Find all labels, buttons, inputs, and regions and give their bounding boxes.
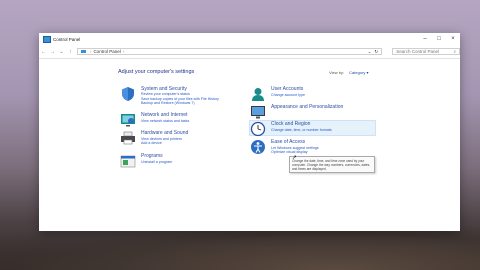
back-button[interactable]: ← xyxy=(39,49,48,55)
clock-icon xyxy=(250,121,266,137)
forward-button[interactable]: → xyxy=(48,49,57,55)
address-dropdown-icon[interactable]: ⌄ xyxy=(368,49,372,55)
search-icon: ⌕ xyxy=(453,49,457,54)
category-link[interactable]: Change date, time, or number formats xyxy=(271,128,332,132)
category-link[interactable]: View devices and printers xyxy=(141,137,182,141)
category-link[interactable]: Optimize visual display xyxy=(271,150,308,154)
search-input[interactable]: Search Control Panel ⌕ xyxy=(392,48,461,55)
category-link[interactable]: Add a device xyxy=(141,141,162,145)
up-button[interactable]: ↑ xyxy=(66,49,75,55)
breadcrumb-sep: › xyxy=(122,49,125,54)
main-content: Adjust your computer's settings View by:… xyxy=(39,58,460,231)
address-box[interactable]: › Control Panel › ⌄ ↻ xyxy=(76,48,383,55)
window-title: Control Panel xyxy=(53,36,81,42)
category-title[interactable]: Appearance and Personalization xyxy=(271,104,343,110)
refresh-icon[interactable]: ↻ xyxy=(374,49,378,55)
category-link[interactable]: Let Windows suggest settings xyxy=(271,146,319,150)
close-button[interactable]: × xyxy=(446,33,460,45)
category-title[interactable]: Ease of Access xyxy=(271,139,305,145)
user-icon xyxy=(252,88,264,101)
title-bar[interactable]: Control Panel – □ × xyxy=(39,33,460,45)
category-title[interactable]: Programs xyxy=(141,153,163,159)
page-title: Adjust your computer's settings xyxy=(118,69,195,75)
category-link[interactable]: Save backup copies of your files with Fi… xyxy=(141,97,219,101)
control-panel-icon xyxy=(80,49,86,54)
breadcrumb-control-panel[interactable]: Control Panel xyxy=(93,49,120,54)
view-by-dropdown[interactable]: Category ▾ xyxy=(349,70,368,75)
category-link[interactable]: Backup and Restore (Windows 7) xyxy=(141,101,195,105)
control-panel-window: Control Panel – □ × ← → ⌄ ↑ › Control Pa… xyxy=(39,33,461,231)
printer-icon xyxy=(121,131,135,145)
category-link[interactable]: View network status and tasks xyxy=(141,119,189,123)
mouse-cursor-icon: ➚ xyxy=(292,155,298,161)
category-title[interactable]: User Accounts xyxy=(271,86,303,92)
address-bar-row: ← → ⌄ ↑ › Control Panel › ⌄ ↻ Search Con… xyxy=(39,45,461,59)
category-title[interactable]: Clock and Region xyxy=(271,121,310,127)
view-by: View by: Category ▾ xyxy=(329,70,369,75)
breadcrumb-sep: › xyxy=(89,49,92,54)
category-link[interactable]: Uninstall a program xyxy=(141,160,172,164)
ease-of-access-icon xyxy=(251,140,265,154)
network-icon xyxy=(121,114,135,127)
recent-locations-button[interactable]: ⌄ xyxy=(57,49,66,55)
category-clock-region[interactable]: Clock and Region Change date, time, or n… xyxy=(249,120,376,137)
category-title[interactable]: Hardware and Sound xyxy=(141,130,188,136)
appearance-icon xyxy=(251,106,265,119)
control-panel-icon xyxy=(43,35,51,43)
category-link[interactable]: Review your computer's status xyxy=(141,92,190,96)
minimize-button[interactable]: – xyxy=(418,33,432,45)
category-title[interactable]: Network and Internet xyxy=(141,112,187,118)
tooltip: Change the date, time, and time zone use… xyxy=(289,156,375,173)
view-by-label: View by: xyxy=(329,70,345,75)
maximize-button[interactable]: □ xyxy=(432,33,446,45)
category-link[interactable]: Change account type xyxy=(271,93,305,97)
search-placeholder: Search Control Panel xyxy=(396,49,439,54)
programs-icon xyxy=(120,155,136,168)
shield-icon xyxy=(122,87,134,101)
